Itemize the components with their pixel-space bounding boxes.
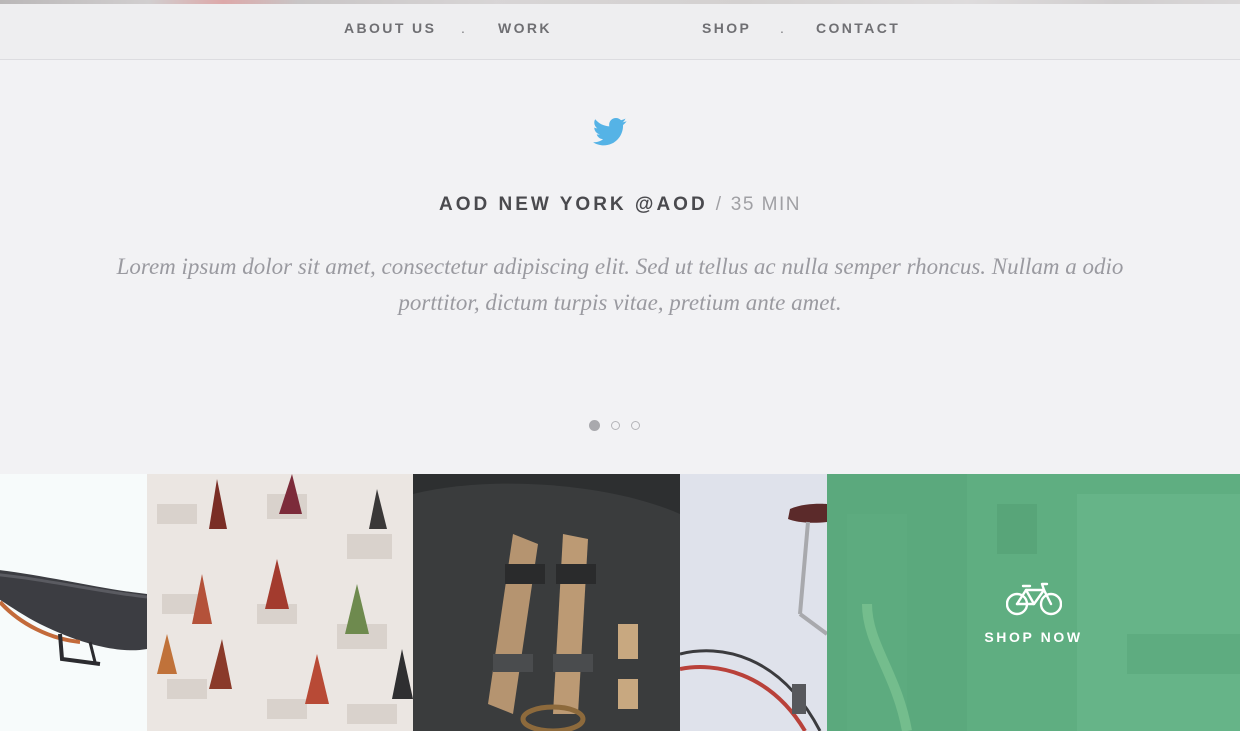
slider-dot-3[interactable]: [631, 421, 640, 430]
twitter-icon[interactable]: [593, 117, 627, 147]
leather-bag-straps-photo[interactable]: [413, 474, 680, 731]
nav-work[interactable]: WORK: [498, 20, 552, 36]
top-navigation: ABOUT US . WORK SHOP . CONTACT: [0, 0, 1240, 60]
tweet-text: Lorem ipsum dolor sit amet, consectetur …: [116, 254, 1124, 315]
bicycle-icon: [1006, 582, 1062, 616]
tweet-handle[interactable]: AOD NEW YORK @AOD: [439, 194, 708, 215]
hero-image-edge: [0, 0, 1240, 4]
nav-shop[interactable]: SHOP: [702, 20, 751, 36]
tweet-time: 35 MIN: [730, 194, 801, 215]
saddle-closeup-photo[interactable]: [0, 474, 147, 731]
tweet-separator: /: [715, 194, 723, 215]
nav-about-us[interactable]: ABOUT US: [344, 20, 436, 36]
slider-dot-1[interactable]: [589, 420, 600, 431]
nav-separator: .: [461, 20, 465, 36]
slider-dot-2[interactable]: [611, 421, 620, 430]
shop-now-label[interactable]: SHOP NOW: [827, 629, 1240, 645]
nav-separator: .: [780, 20, 784, 36]
tweet-header: AOD NEW YORK @AOD / 35 MIN: [0, 194, 1240, 216]
saddle-wall-display-photo[interactable]: [147, 474, 413, 731]
bicycle-photo[interactable]: [680, 474, 827, 731]
nav-contact[interactable]: CONTACT: [816, 20, 900, 36]
shop-now-overlay[interactable]: SHOP NOW: [827, 474, 1240, 731]
